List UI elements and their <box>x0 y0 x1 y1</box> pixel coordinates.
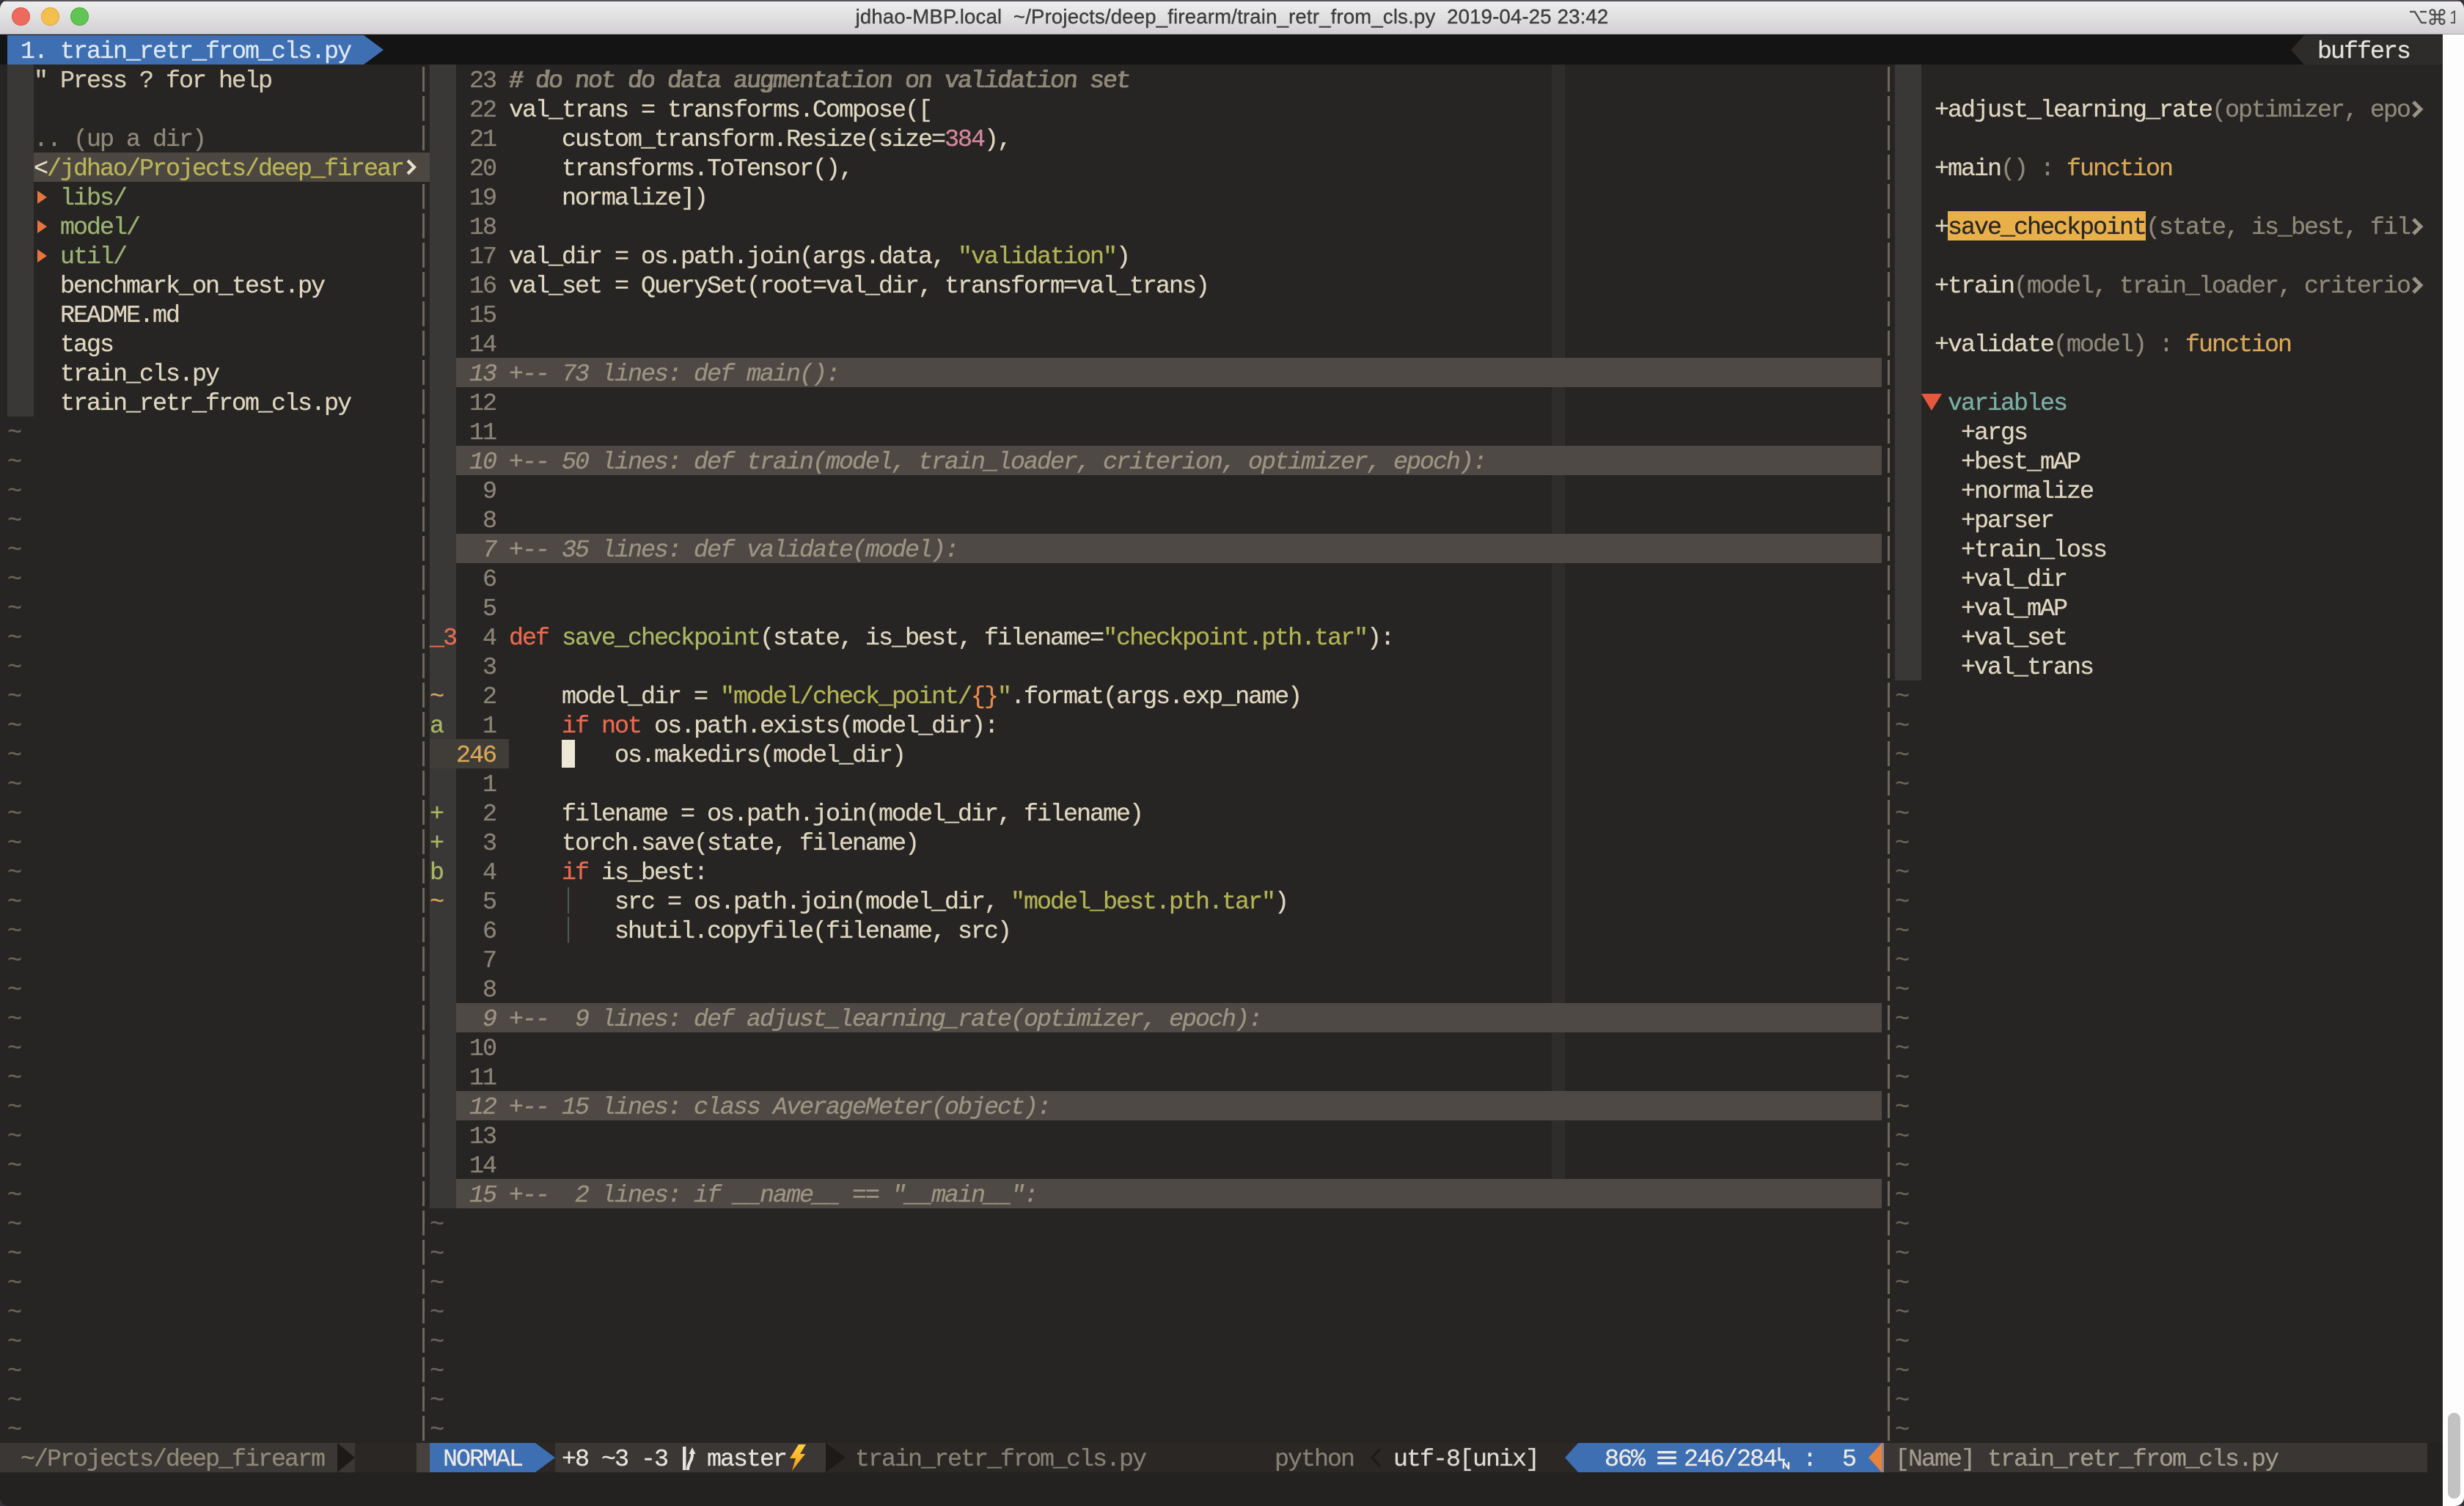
svg-text:1: 1 <box>2449 7 2455 28</box>
